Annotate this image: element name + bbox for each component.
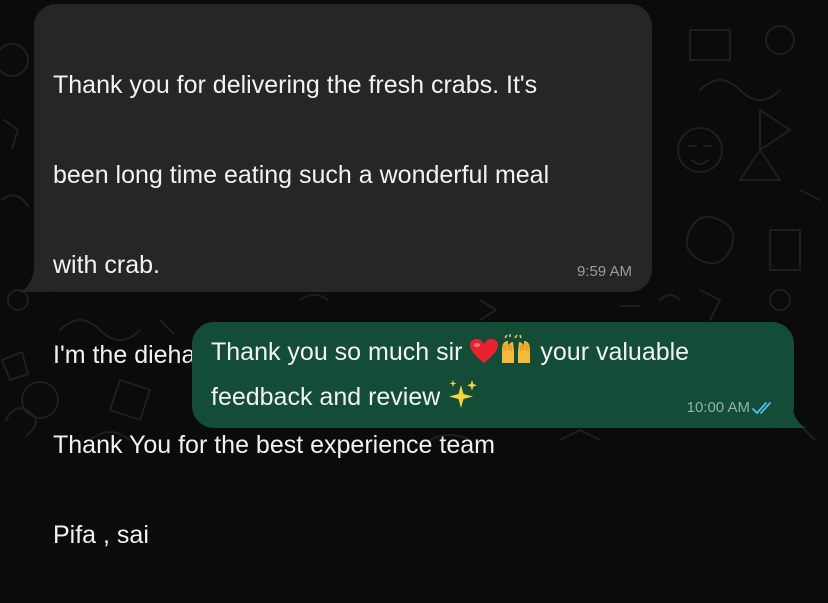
message-line: been long time eating such a wonderful m… xyxy=(53,161,550,189)
red-heart-emoji-icon xyxy=(469,333,499,378)
message-line: Thank you for delivering the fresh crabs… xyxy=(53,71,538,99)
sparkles-emoji-icon xyxy=(447,378,479,423)
message-text-fragment: feedback and review xyxy=(211,383,448,411)
incoming-message-text: Thank you for delivering the fresh crabs… xyxy=(53,18,549,603)
raising-hands-emoji-icon xyxy=(499,333,533,378)
message-line: Pifa , sai xyxy=(53,521,149,549)
double-check-read-icon xyxy=(752,402,771,414)
outgoing-message-time: 10:00 AM xyxy=(686,399,750,416)
outgoing-message-bubble[interactable]: Thank you so much sir your valuable feed… xyxy=(192,322,794,428)
message-line: Thank you so much sir your valuable xyxy=(211,330,781,375)
incoming-message-time: 9:59 AM xyxy=(576,263,632,280)
message-text-fragment: Thank you so much sir xyxy=(211,338,470,366)
message-text-fragment: your valuable xyxy=(533,338,690,366)
incoming-message-bubble[interactable]: Thank you for delivering the fresh crabs… xyxy=(34,4,652,549)
message-line: Thank You for the best experience team xyxy=(53,431,495,459)
message-line: with crab. xyxy=(53,251,160,279)
